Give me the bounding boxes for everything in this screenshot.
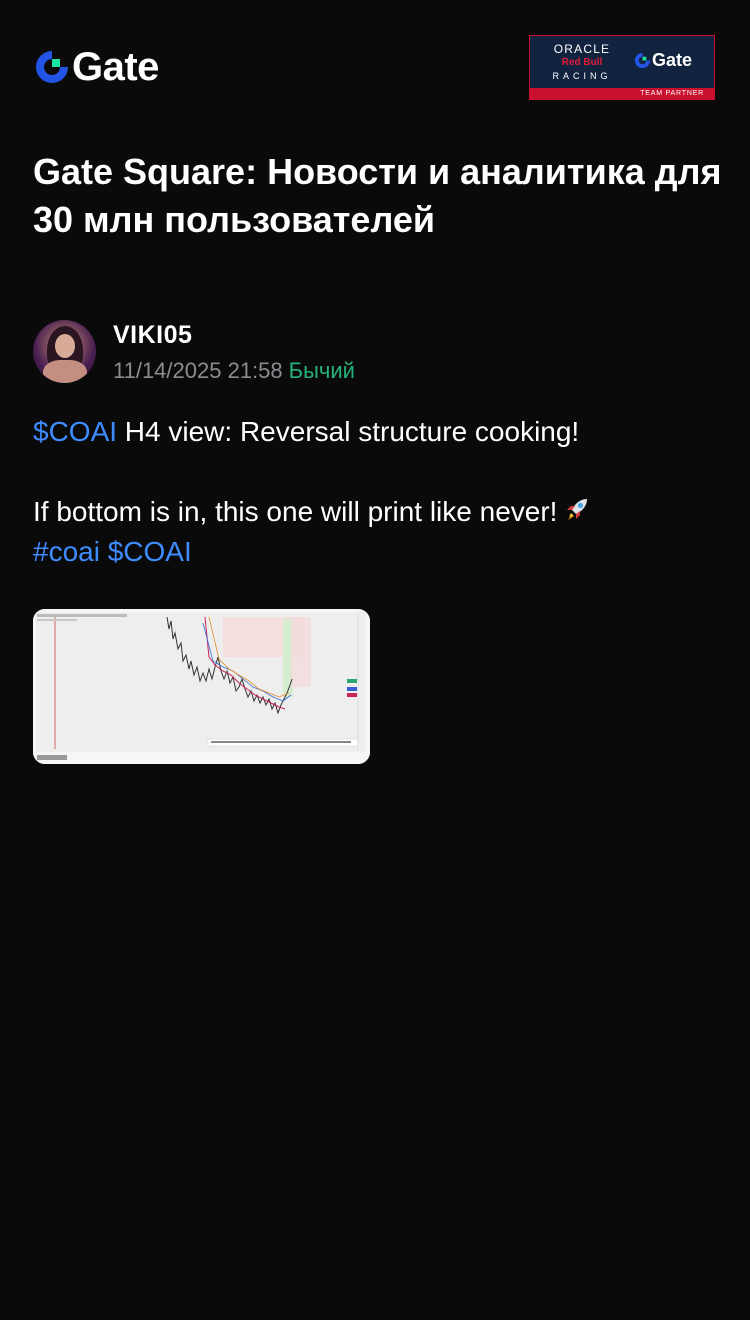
racing-text: RACING [552,71,612,81]
hashtag-coai-link[interactable]: #coai [33,536,100,567]
post-author: VIKI05 11/14/2025 21:58 Бычий [33,318,723,388]
post-line-2: If bottom is in, this one will print lik… [33,492,723,532]
team-partner-label: TEAM PARTNER [640,90,704,97]
chart-image [33,609,370,764]
brand-name: Gate [72,45,159,89]
gate-logo-icon [634,52,651,69]
avatar[interactable] [33,320,96,383]
rocket-icon [567,499,588,520]
post-line-3: #coai $COAI [33,532,723,572]
team-partner-badge[interactable]: ORACLE Red Bull RACING Gate TEAM PARTNER [529,35,715,100]
partner-gate-logo: Gate [634,50,692,71]
gate-logo[interactable]: Gate [34,46,159,88]
oracle-text: ORACLE [553,42,611,56]
post-date: 11/14/2025 21:58 [113,358,283,383]
post-line-1: $COAI H4 view: Reversal structure cookin… [33,412,723,452]
oracle-redbull-logo: ORACLE Red Bull RACING [538,42,626,82]
post-text-2: If bottom is in, this one will print lik… [33,496,558,527]
page-title: Gate Square: Новости и аналитика для 30 … [33,151,722,240]
coin-tag-link[interactable]: $COAI [33,416,117,447]
redbull-text: Red Bull [561,57,603,68]
post-meta: 11/14/2025 21:58 Бычий [113,357,355,385]
header: Gate ORACLE Red Bull RACING Gate TEAM PA… [0,0,750,130]
gate-logo-icon [36,51,68,83]
post-text-1: H4 view: Reversal structure cooking! [117,416,580,447]
post-empty-line [33,452,723,492]
coin-tag-link-2[interactable]: $COAI [108,536,192,567]
author-name[interactable]: VIKI05 [113,320,192,350]
post-body: $COAI H4 view: Reversal structure cookin… [33,412,723,572]
sentiment-badge: Бычий [288,358,355,383]
chart-screenshot-thumbnail[interactable] [33,609,370,764]
partner-gate-text: Gate [652,50,693,70]
